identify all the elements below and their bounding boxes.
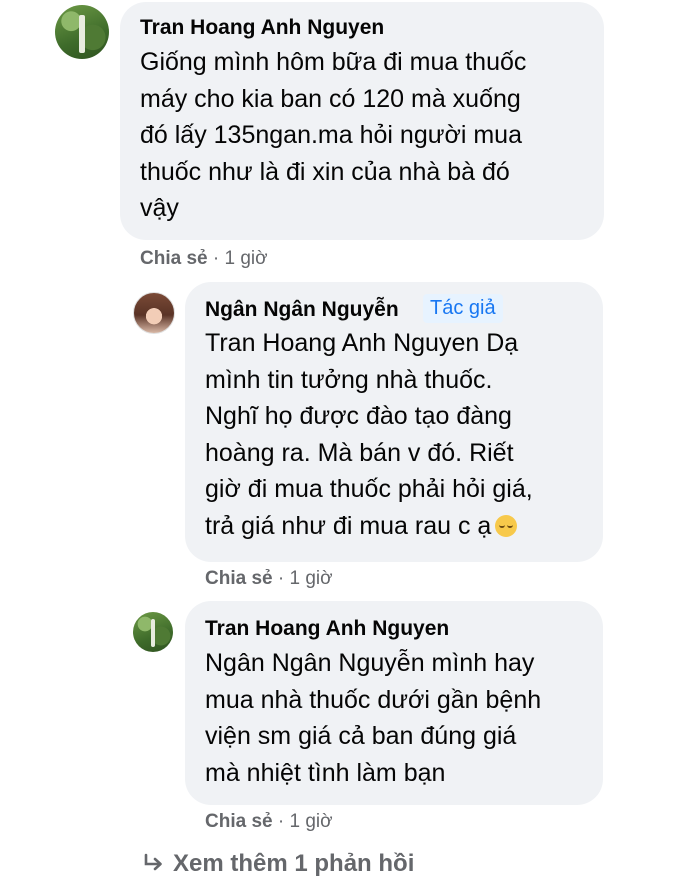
share-link[interactable]: Chia sẻ (140, 248, 208, 269)
comment-meta: Chia sẻ · 1 giờ (140, 248, 268, 270)
comment-meta: Chia sẻ · 1 giờ (205, 811, 333, 833)
comment-text-line-content: trả giá như đi mua rau c ạ (205, 511, 492, 540)
share-link[interactable]: Chia sẻ (205, 811, 273, 832)
comment-author[interactable]: Ngân Ngân Nguyễn (205, 298, 399, 322)
comment-text-line: đó lấy 135ngan.ma hỏi người mua (140, 121, 522, 149)
comment-text-line: máy cho kia ban có 120 mà xuống (140, 84, 521, 113)
comment-text-line: trả giá như đi mua rau c ạ (205, 508, 533, 545)
comment-text-line: mà nhiệt tình làm bạn (205, 758, 446, 787)
author-badge: Tác giả (423, 294, 503, 323)
avatar[interactable] (55, 5, 109, 59)
comment-text-line: Tran Hoang Anh Nguyen Dạ (205, 329, 519, 357)
view-more-label: Xem thêm 1 phản hồi (173, 850, 415, 877)
comment-text-line: giờ đi mua thuốc phải hỏi giá, (205, 475, 533, 503)
comment-text-line: thuốc như là đi xin của nhà bà đó (140, 157, 510, 186)
comment-text: Tran Hoang Anh Nguyen Dạ mình tin tưởng … (205, 325, 533, 544)
comment-bubble: Tran Hoang Anh Nguyen Giống mình hôm bữa… (120, 2, 604, 240)
comment-text-line: mua nhà thuốc dưới gần bệnh (205, 685, 542, 714)
avatar[interactable] (133, 292, 175, 334)
timestamp[interactable]: · 1 giờ (213, 248, 268, 269)
avatar[interactable] (133, 612, 173, 652)
comment-text-line: vậy (140, 194, 179, 222)
comment-text-line: Giống mình hôm bữa đi mua thuốc (140, 48, 527, 76)
comment-text: Giống mình hôm bữa đi mua thuốc máy cho … (140, 44, 526, 227)
comment-bubble: Tran Hoang Anh Nguyen Ngân Ngân Nguyễn m… (185, 601, 603, 805)
comment-author[interactable]: Tran Hoang Anh Nguyen (205, 617, 449, 641)
comment-text-line: Nghĩ họ được đào tạo đàng (205, 402, 512, 430)
comment-text-line: mình tin tưởng nhà thuốc. (205, 365, 493, 394)
reply-arrow-icon (143, 850, 165, 878)
pensive-face-icon (495, 514, 518, 537)
comment-text-line: viện sm giá cả ban đúng giá (205, 722, 517, 750)
comment-text-line: Ngân Ngân Nguyễn mình hay (205, 649, 535, 677)
comment-author[interactable]: Tran Hoang Anh Nguyen (140, 16, 384, 40)
share-link[interactable]: Chia sẻ (205, 568, 273, 589)
comment-text-line: hoàng ra. Mà bán v đó. Riết (205, 438, 514, 467)
comment-bubble: Ngân Ngân Nguyễn Tác giả Tran Hoang Anh … (185, 282, 603, 562)
comment-text: Ngân Ngân Nguyễn mình hay mua nhà thuốc … (205, 645, 541, 791)
comment-meta: Chia sẻ · 1 giờ (205, 568, 333, 590)
timestamp[interactable]: · 1 giờ (278, 811, 333, 832)
timestamp[interactable]: · 1 giờ (278, 568, 333, 589)
view-more-replies-button[interactable]: Xem thêm 1 phản hồi (143, 850, 414, 878)
